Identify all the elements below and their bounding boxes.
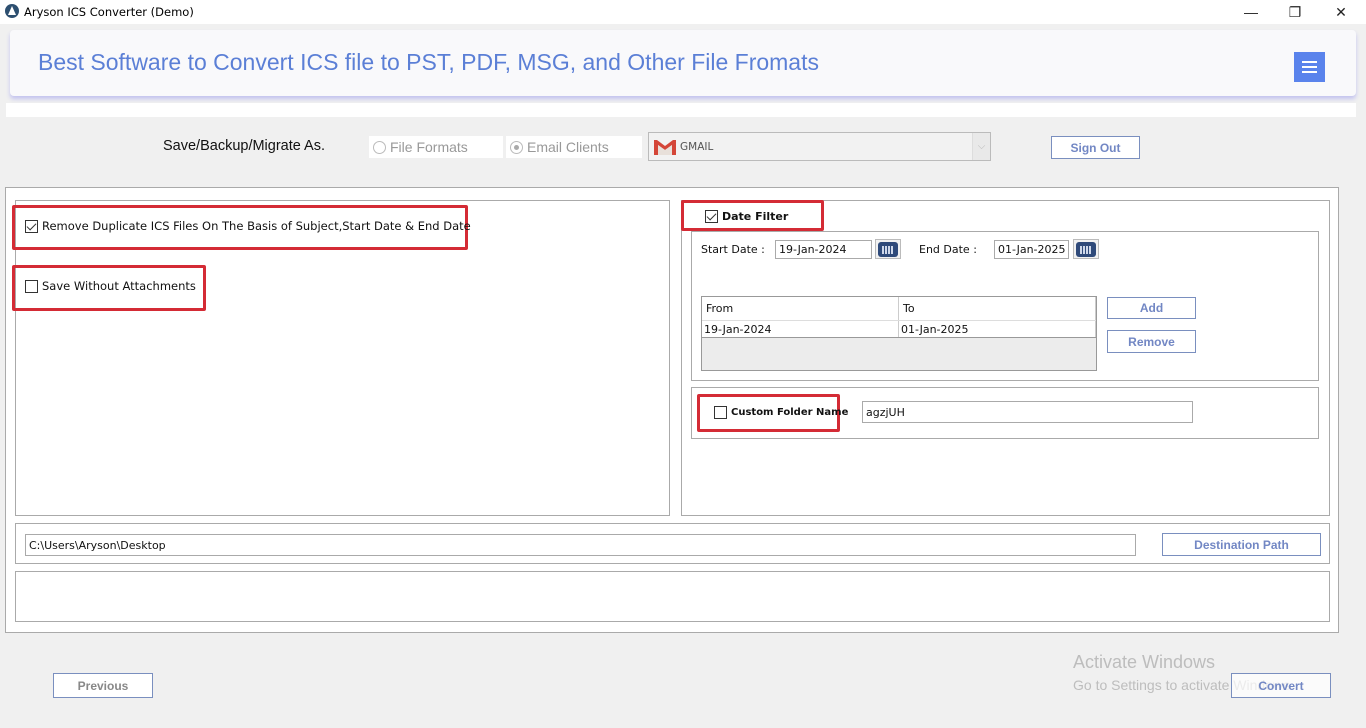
status-log-box [15,571,1330,622]
radio-label: File Formats [390,139,468,155]
radio-icon [373,140,386,154]
radio-selected-icon [510,140,523,154]
gmail-icon [653,138,677,156]
menu-bar-icon [1302,61,1317,63]
end-date-label: End Date : [919,243,977,256]
chevron-down-icon[interactable]: ⌵ [972,133,990,160]
convert-button[interactable]: Convert [1231,673,1331,698]
save-without-attachments-checkbox[interactable]: Save Without Attachments [25,279,196,293]
select-value: GMAIL [680,140,714,153]
date-range-table: From To 19-Jan-2024 01-Jan-2025 [701,296,1097,371]
app-logo-icon [5,4,19,18]
save-without-attachments-label: Save Without Attachments [42,279,196,293]
window-title: Aryson ICS Converter (Demo) [24,5,194,19]
custom-folder-checkbox[interactable]: Custom Folder Name [714,406,848,419]
hamburger-menu-button[interactable] [1294,52,1325,82]
minimize-button[interactable]: — [1228,0,1274,24]
column-header-from: From [702,297,899,320]
email-client-select[interactable]: GMAIL ⌵ [648,132,991,161]
end-date-calendar-button[interactable] [1073,239,1099,259]
divider-strip [6,103,1356,117]
maximize-button[interactable]: ❐ [1272,0,1318,24]
remove-date-range-button[interactable]: Remove [1107,330,1196,353]
activate-windows-title: Activate Windows [1073,652,1216,672]
sign-out-button[interactable]: Sign Out [1051,136,1140,159]
start-date-label: Start Date : [701,243,765,256]
previous-button[interactable]: Previous [53,673,153,698]
radio-label: Email Clients [527,139,609,155]
end-date-input[interactable]: 01-Jan-2025 [994,240,1069,259]
close-button[interactable]: ✕ [1318,0,1364,24]
custom-folder-label: Custom Folder Name [731,407,849,418]
checkbox-checked-icon [705,210,718,223]
column-header-to: To [899,297,1096,320]
date-filter-label: Date Filter [722,210,789,223]
custom-folder-input[interactable]: agzjUH [862,401,1193,423]
checkbox-icon [25,279,38,293]
radio-email-clients[interactable]: Email Clients [506,136,642,158]
header-banner: Best Software to Convert ICS file to PST… [10,30,1356,96]
date-filter-checkbox[interactable]: Date Filter [705,210,788,223]
menu-bar-icon [1302,71,1317,73]
start-date-input[interactable]: 19-Jan-2024 [775,240,872,259]
menu-bar-icon [1302,66,1317,68]
checkbox-icon [714,406,727,419]
calendar-icon [1076,241,1096,257]
radio-file-formats[interactable]: File Formats [369,136,503,158]
calendar-icon [878,241,898,257]
cell-from: 19-Jan-2024 [702,321,899,337]
add-date-range-button[interactable]: Add [1107,297,1196,319]
remove-duplicates-checkbox[interactable]: Remove Duplicate ICS Files On The Basis … [25,219,471,233]
title-bar: Aryson ICS Converter (Demo) — ❐ ✕ [0,0,1366,24]
table-header-row: From To [702,297,1096,321]
checkbox-checked-icon [25,219,38,233]
destination-path-button[interactable]: Destination Path [1162,533,1321,556]
table-row[interactable]: 19-Jan-2024 01-Jan-2025 [702,321,1096,338]
remove-duplicates-label: Remove Duplicate ICS Files On The Basis … [42,219,471,233]
save-as-label: Save/Backup/Migrate As. [163,138,325,154]
destination-path-input[interactable]: C:\Users\Aryson\Desktop [25,534,1136,556]
cell-to: 01-Jan-2025 [899,321,1096,337]
start-date-calendar-button[interactable] [875,239,901,259]
header-title: Best Software to Convert ICS file to PST… [38,49,819,75]
